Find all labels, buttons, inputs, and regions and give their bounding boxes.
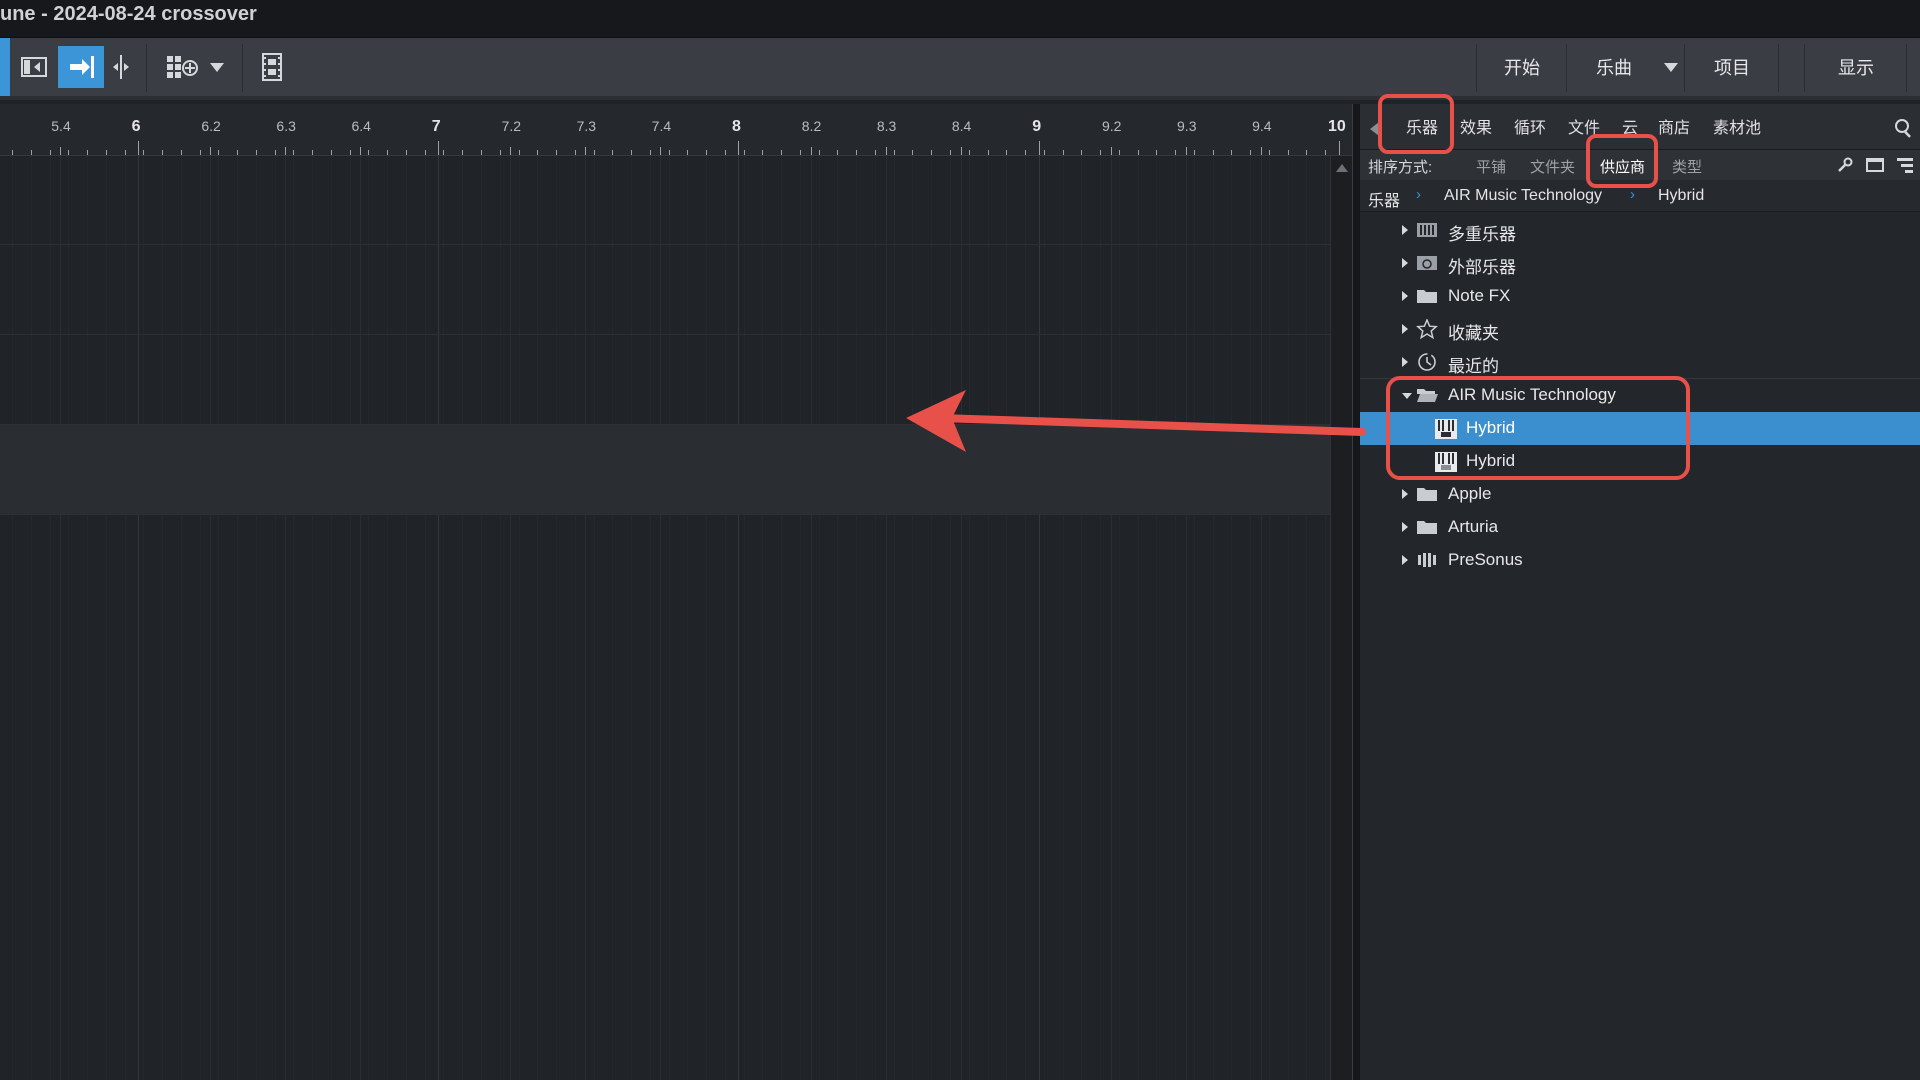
annotation-arrow [906, 390, 1366, 452]
